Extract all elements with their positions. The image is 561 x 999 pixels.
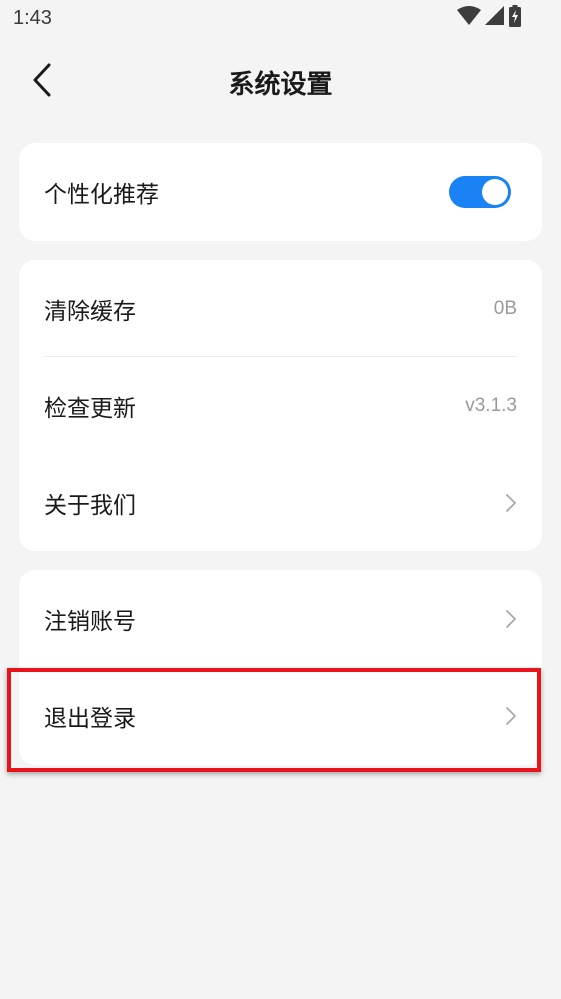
about-us-row[interactable]: 关于我们 bbox=[19, 454, 542, 551]
status-time: 1:43 bbox=[13, 7, 52, 29]
row-label: 注销账号 bbox=[44, 608, 136, 635]
check-update-row[interactable]: 检查更新 v3.1.3 bbox=[19, 357, 542, 454]
row-label: 关于我们 bbox=[44, 492, 136, 519]
row-label: 退出登录 bbox=[44, 705, 136, 732]
chevron-right-icon bbox=[504, 493, 518, 513]
personalized-recommendation-row: 个性化推荐 bbox=[19, 143, 542, 241]
settings-group-personalization: 个性化推荐 bbox=[19, 143, 542, 241]
row-label: 个性化推荐 bbox=[44, 182, 159, 208]
nav-bar: 系统设置 bbox=[0, 48, 561, 116]
clear-cache-row[interactable]: 清除缓存 0B bbox=[19, 260, 542, 357]
version-value: v3.1.3 bbox=[465, 394, 517, 416]
toggle-knob bbox=[482, 179, 508, 205]
personalized-recommendation-toggle[interactable] bbox=[449, 176, 511, 208]
settings-group-account: 注销账号 退出登录 bbox=[19, 570, 542, 765]
row-label: 清除缓存 bbox=[44, 298, 136, 325]
signal-icon bbox=[485, 6, 505, 30]
status-bar: 1:43 bbox=[0, 0, 561, 38]
delete-account-row[interactable]: 注销账号 bbox=[19, 570, 542, 667]
chevron-right-icon bbox=[504, 706, 518, 726]
row-label: 检查更新 bbox=[44, 395, 136, 422]
chevron-right-icon bbox=[504, 609, 518, 629]
settings-group-app: 清除缓存 0B 检查更新 v3.1.3 关于我们 bbox=[19, 260, 542, 551]
cache-size-value: 0B bbox=[493, 297, 517, 319]
battery-charging-icon bbox=[509, 5, 521, 31]
status-icons bbox=[457, 5, 521, 31]
page-title: 系统设置 bbox=[228, 70, 333, 100]
wifi-icon bbox=[457, 6, 481, 30]
logout-row[interactable]: 退出登录 bbox=[19, 667, 542, 764]
